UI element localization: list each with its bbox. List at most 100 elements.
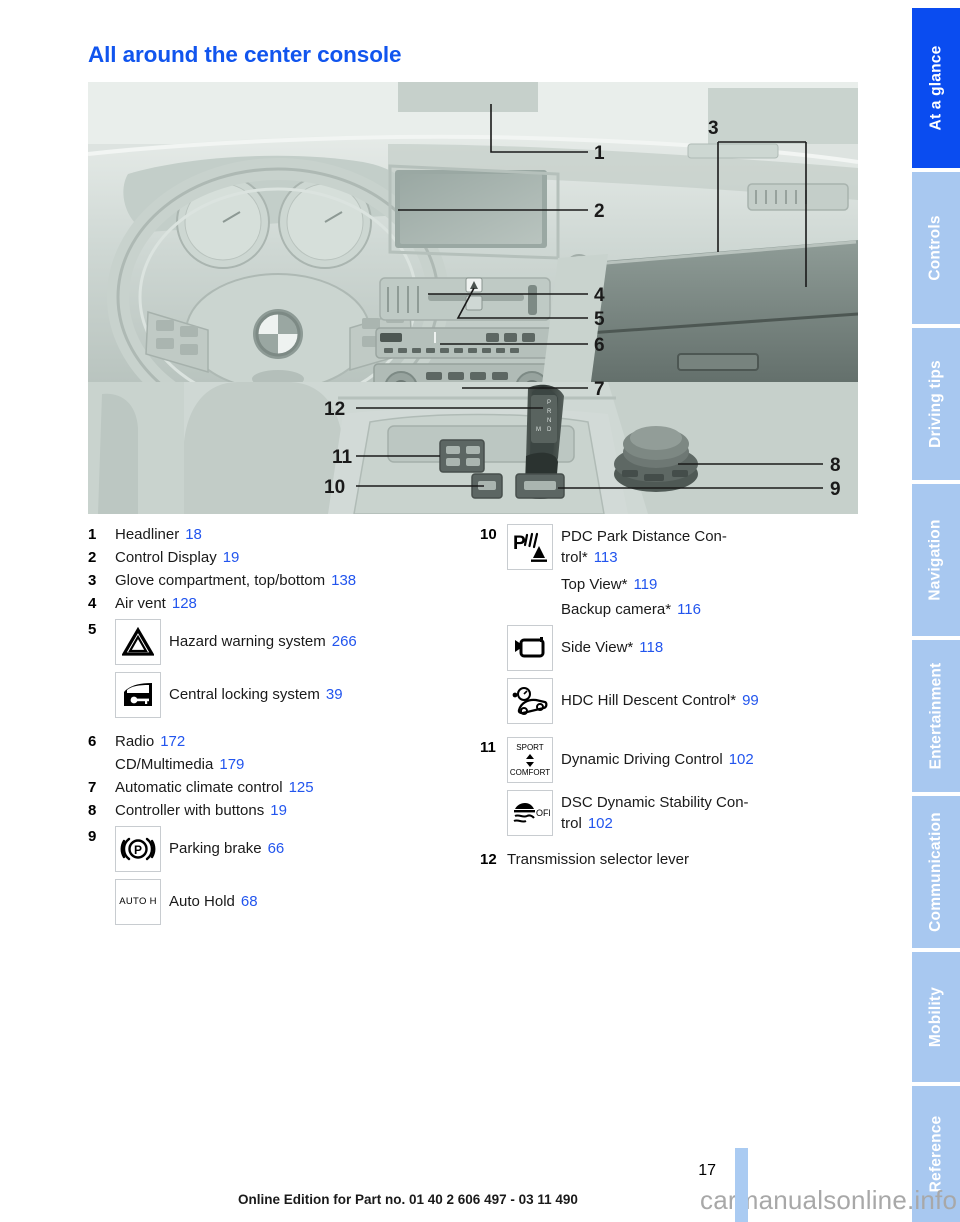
svg-text:N: N xyxy=(547,418,551,424)
legend-number: 11 xyxy=(480,739,496,756)
svg-text:D: D xyxy=(547,427,552,433)
legend-item-controller-with-buttons: 8 Controller with buttons 19 xyxy=(88,800,478,821)
legend-text: HDC Hill Descent Control* xyxy=(561,692,737,709)
legend-label: PDC Park Distance Con-trol* 113 xyxy=(561,528,727,566)
legend-label: HDC Hill Descent Control* 99 xyxy=(561,678,880,711)
legend-page-ref[interactable]: 138 xyxy=(331,572,356,589)
legend-item-headliner: 1 Headliner 18 xyxy=(88,524,478,545)
legend-page-ref[interactable]: 119 xyxy=(633,576,657,593)
legend-page-ref[interactable]: 116 xyxy=(677,601,701,618)
svg-text:P: P xyxy=(513,533,526,554)
legend-label: Headliner 18 xyxy=(115,524,478,545)
svg-text:5: 5 xyxy=(594,309,605,330)
legend-label: Parking brake 66 xyxy=(169,826,478,859)
legend-page-ref[interactable]: 68 xyxy=(241,893,258,910)
legend-number: 12 xyxy=(480,851,497,868)
legend-item-backup-camera: Backup camera* 116 xyxy=(480,599,880,620)
legend-number: 10 xyxy=(480,526,497,543)
legend-number: 5 xyxy=(88,621,97,638)
legend-page-ref[interactable]: 99 xyxy=(742,692,759,709)
legend-number: 9 xyxy=(88,828,97,845)
manual-page: At a glance Controls Driving tips Naviga… xyxy=(0,0,960,1222)
comfort-label: COMFORT xyxy=(509,768,551,777)
sidebar-tab-communication[interactable]: Communication xyxy=(912,796,960,948)
sidebar-tab-controls[interactable]: Controls xyxy=(912,172,960,324)
legend-page-ref[interactable]: 66 xyxy=(268,840,285,857)
section-tab-rail: At a glance Controls Driving tips Naviga… xyxy=(912,0,960,1222)
legend-page-ref[interactable]: 179 xyxy=(219,756,244,773)
legend-page-ref[interactable]: 102 xyxy=(588,815,613,832)
legend-page-ref[interactable]: 39 xyxy=(326,686,343,703)
legend-item-hazard-warning: 5 Hazard warning system 266 xyxy=(88,619,478,665)
legend-text: Controller with buttons xyxy=(115,802,265,819)
dsc-off-icon: OFF xyxy=(507,790,553,836)
sidebar-tab-label: Driving tips xyxy=(927,360,945,448)
legend-text: Top View* xyxy=(561,576,628,593)
legend-text: Glove compartment, top/bottom xyxy=(115,572,326,589)
legend-text: CD/Multimedia xyxy=(115,756,214,773)
legend-page-ref[interactable]: 19 xyxy=(223,549,240,566)
sidebar-tab-driving-tips[interactable]: Driving tips xyxy=(912,328,960,480)
legend-page-ref[interactable]: 19 xyxy=(270,802,287,819)
dashboard-illustration: P R N D M 1 2 3 4 5 6 7 8 9 10 11 12 xyxy=(88,82,858,514)
legend-label: DSC Dynamic Stability Con-trol 102 xyxy=(561,794,749,832)
sidebar-tab-at-a-glance[interactable]: At a glance xyxy=(912,8,960,168)
legend-item-glove-compartment: 3 Glove compartment, top/bottom 138 xyxy=(88,570,478,591)
legend-number: 7 xyxy=(88,779,97,796)
legend-label: Side View* 118 xyxy=(561,625,880,658)
legend-column-right: 10 P PDC Park Distance Con-trol* 113 Top… xyxy=(480,524,880,872)
page-edge-marker xyxy=(735,1148,748,1222)
svg-text:2: 2 xyxy=(594,201,605,222)
side-view-camera-icon xyxy=(507,625,553,671)
legend-item-parking-brake: 9 P Parking brake 66 xyxy=(88,826,478,872)
sidebar-tab-label: At a glance xyxy=(927,45,944,131)
legend-page-ref[interactable]: 266 xyxy=(332,633,357,650)
legend-page-ref[interactable]: 18 xyxy=(185,526,202,543)
legend-label: Backup camera* 116 xyxy=(561,599,880,620)
legend-label: Central locking system 39 xyxy=(169,672,478,705)
legend-page-ref[interactable]: 125 xyxy=(289,779,314,796)
legend-item-top-view: Top View* 119 xyxy=(480,574,880,595)
footer-note: Online Edition for Part no. 01 40 2 606 … xyxy=(238,1192,578,1207)
legend-text: Air vent xyxy=(115,595,166,612)
legend-page-ref[interactable]: 128 xyxy=(172,595,197,612)
legend-label: Top View* 119 xyxy=(561,574,880,595)
legend-label: Dynamic Driving Control 102 xyxy=(561,737,880,770)
legend-label: Transmission selector lever xyxy=(507,849,880,870)
legend-page-ref[interactable]: 113 xyxy=(594,549,618,566)
legend-page-ref[interactable]: 102 xyxy=(729,751,754,768)
legend-item-central-locking: Central locking system 39 xyxy=(88,672,478,718)
legend-number: 4 xyxy=(88,595,97,612)
legend-label: Controller with buttons 19 xyxy=(115,800,478,821)
legend-item-transmission-selector-lever: 12 Transmission selector lever xyxy=(480,849,880,870)
legend-item-side-view: Side View* 118 xyxy=(480,625,880,671)
legend-item-radio: 6 Radio 172 xyxy=(88,731,478,752)
sidebar-tab-label: Reference xyxy=(927,1115,945,1193)
legend-label: Radio 172 xyxy=(115,731,478,752)
svg-text:8: 8 xyxy=(830,455,841,476)
sidebar-tab-navigation[interactable]: Navigation xyxy=(912,484,960,636)
legend-text: Dynamic Driving Control xyxy=(561,751,723,768)
legend-text: Auto Hold xyxy=(169,893,235,910)
svg-text:M: M xyxy=(536,427,541,433)
legend-page-ref[interactable]: 172 xyxy=(160,733,185,750)
legend-number: 3 xyxy=(88,572,97,589)
auto-hold-icon: AUTO H xyxy=(115,879,161,925)
sidebar-tab-label: Mobility xyxy=(927,986,944,1048)
sidebar-tab-mobility[interactable]: Mobility xyxy=(912,952,960,1082)
svg-text:P: P xyxy=(547,400,551,406)
sport-label: SPORT xyxy=(516,743,544,752)
legend-page-ref[interactable]: 118 xyxy=(639,639,663,656)
legend-label: Hazard warning system 266 xyxy=(169,619,478,652)
legend-label: CD/Multimedia 179 xyxy=(115,754,478,775)
legend-text: Backup camera* xyxy=(561,601,672,618)
legend-label: Air vent 128 xyxy=(115,593,478,614)
svg-text:10: 10 xyxy=(324,477,345,498)
sidebar-tab-entertainment[interactable]: Entertainment xyxy=(912,640,960,792)
svg-text:12: 12 xyxy=(324,399,345,420)
legend-item-control-display: 2 Control Display 19 xyxy=(88,547,478,568)
legend-number: 8 xyxy=(88,802,97,819)
triangle-down-icon xyxy=(525,761,534,767)
legend-label: Glove compartment, top/bottom 138 xyxy=(115,570,478,591)
svg-text:7: 7 xyxy=(594,379,605,400)
